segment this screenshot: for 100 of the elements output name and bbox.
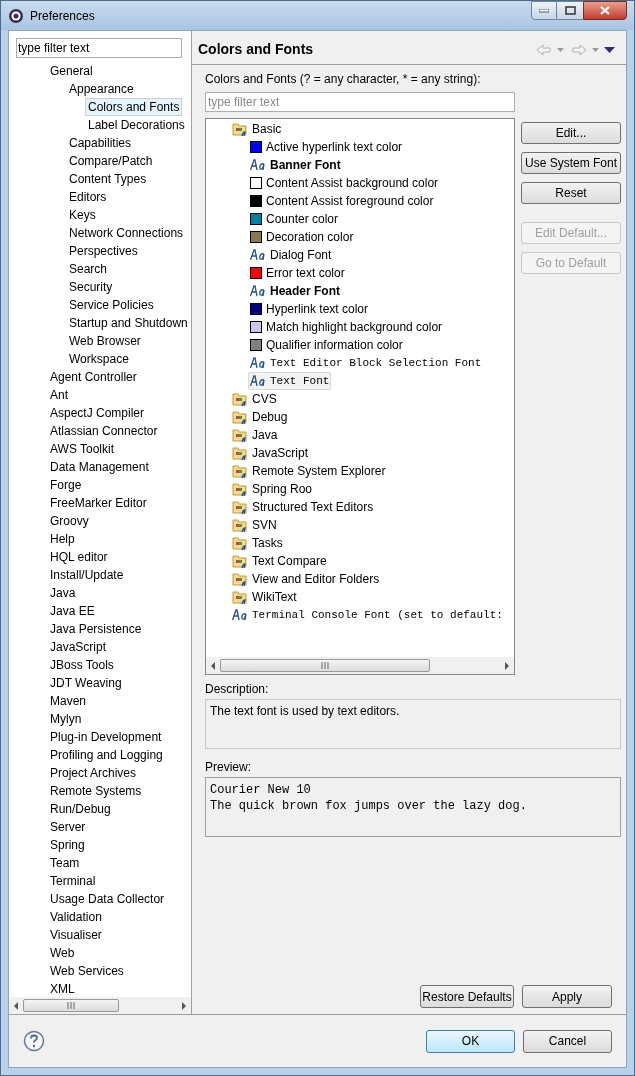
tree-item[interactable]: Profiling and Logging (47, 746, 166, 764)
tree-row[interactable]: Text Font (248, 372, 332, 390)
tree-item[interactable]: Content Types (66, 170, 150, 188)
tree-item[interactable]: Web Services (47, 962, 127, 980)
tree-item[interactable]: Mylyn (47, 710, 85, 728)
tree-item[interactable]: Visualiser (47, 926, 105, 944)
tree-row[interactable]: Header Font (248, 282, 342, 300)
scroll-thumb[interactable] (220, 659, 430, 672)
tree-row[interactable]: WikiText (230, 588, 299, 606)
scroll-thumb[interactable] (23, 999, 119, 1012)
right-arrow-icon[interactable] (179, 1000, 189, 1011)
tree-item[interactable]: Agent Controller (47, 368, 140, 386)
tree-item[interactable]: JavaScript (47, 638, 110, 656)
tree-item[interactable]: Perspectives (66, 242, 141, 260)
tree-row[interactable]: View and Editor Folders (230, 570, 382, 588)
tree-item[interactable]: Server (47, 818, 89, 836)
tree-item[interactable]: Install/Update (47, 566, 127, 584)
minimize-button[interactable] (531, 1, 557, 20)
tree-item[interactable]: Team (47, 854, 83, 872)
tree-scrollbar[interactable] (9, 997, 191, 1014)
tree-row[interactable]: Banner Font (248, 156, 343, 174)
tree-item[interactable]: Groovy (47, 512, 92, 530)
tree-item[interactable]: Validation (47, 908, 105, 926)
tree-item[interactable]: Colors and Fonts (85, 98, 183, 116)
tree-item[interactable]: Search (66, 260, 111, 278)
tree-row[interactable]: Spring Roo (230, 480, 315, 498)
tree-item[interactable]: Compare/Patch (66, 152, 156, 170)
tree-item[interactable]: Security (66, 278, 116, 296)
tree-row[interactable]: Active hyperlink text color (248, 138, 405, 156)
close-button[interactable] (583, 1, 627, 20)
side-button[interactable]: Edit... (521, 122, 621, 144)
tree-item[interactable]: Service Policies (66, 296, 157, 314)
tree-row[interactable]: Match highlight background color (248, 318, 445, 336)
tree-item[interactable]: Workspace (66, 350, 132, 368)
tree-row[interactable]: Basic (230, 120, 284, 138)
tree-row[interactable]: Counter color (248, 210, 341, 228)
right-arrow-icon[interactable] (502, 660, 512, 671)
dialog-button[interactable]: OK (426, 1029, 515, 1053)
tree-item[interactable]: AWS Toolkit (47, 440, 118, 458)
tree-item[interactable]: FreeMarker Editor (47, 494, 150, 512)
colors-filter-field[interactable]: type filter text (205, 92, 515, 112)
tree-row[interactable]: Debug (230, 408, 290, 426)
tree-item[interactable]: Spring (47, 836, 88, 854)
tree-item[interactable]: Data Management (47, 458, 152, 476)
tree-item[interactable]: Java Persistence (47, 620, 145, 638)
tree-row[interactable]: Qualifier information color (248, 336, 405, 354)
menu-icon[interactable] (604, 45, 616, 54)
tree-item[interactable]: Label Decorations (85, 116, 188, 134)
back-arrow-icon[interactable] (536, 43, 566, 56)
tree-item[interactable]: Keys (66, 206, 99, 224)
tree-row[interactable]: Text Compare (230, 552, 329, 570)
tree-item[interactable]: HQL editor (47, 548, 111, 566)
dialog-button[interactable]: Cancel (523, 1029, 612, 1053)
tree-item[interactable]: Usage Data Collector (47, 890, 168, 908)
tree-item[interactable]: XML (47, 980, 78, 997)
tree-row[interactable]: Content Assist background color (248, 174, 441, 192)
tree-item[interactable]: Java EE (47, 602, 98, 620)
tree-row[interactable]: CVS (230, 390, 279, 408)
tree-item[interactable]: Startup and Shutdown (66, 314, 191, 332)
list-scrollbar[interactable] (206, 657, 514, 674)
tree-row[interactable]: Content Assist foreground color (248, 192, 436, 210)
page-button[interactable]: Restore Defaults (420, 985, 514, 1008)
tree-item[interactable]: Web (47, 944, 78, 962)
tree-row[interactable]: Structured Text Editors (230, 498, 376, 516)
tree-item[interactable]: Appearance (66, 80, 137, 98)
tree-row[interactable]: Terminal Console Font (set to default: (230, 606, 505, 624)
tree-item[interactable]: Help (47, 530, 78, 548)
tree-item[interactable]: Plug-in Development (47, 728, 165, 746)
tree-item[interactable]: Terminal (47, 872, 99, 890)
tree-row[interactable]: Decoration color (248, 228, 356, 246)
tree-row[interactable]: JavaScript (230, 444, 311, 462)
tree-row[interactable]: Hyperlink text color (248, 300, 371, 318)
tree-item[interactable]: Network Connections (66, 224, 187, 242)
tree-item[interactable]: JDT Weaving (47, 674, 125, 692)
tree-item[interactable]: Editors (66, 188, 110, 206)
page-button[interactable]: Apply (522, 985, 612, 1008)
tree-item[interactable]: Remote Systems (47, 782, 145, 800)
tree-item[interactable]: Maven (47, 692, 90, 710)
tree-row[interactable]: Tasks (230, 534, 285, 552)
tree-item[interactable]: JBoss Tools (47, 656, 117, 674)
tree-item[interactable]: General (47, 62, 96, 80)
tree-item[interactable]: Atlassian Connector (47, 422, 161, 440)
tree-item[interactable]: Java (47, 584, 79, 602)
tree-row[interactable]: Dialog Font (248, 246, 334, 264)
tree-row[interactable]: Error text color (248, 264, 347, 282)
tree-item[interactable]: Project Archives (47, 764, 140, 782)
tree-item[interactable]: Forge (47, 476, 85, 494)
side-button[interactable]: Reset (521, 182, 621, 204)
tree-row[interactable]: Remote System Explorer (230, 462, 388, 480)
tree-row[interactable]: Java (230, 426, 280, 444)
tree-item[interactable]: Ant (47, 386, 71, 404)
side-button[interactable]: Use System Font (521, 152, 621, 174)
help-icon[interactable] (23, 1030, 45, 1052)
tree-row[interactable]: Text Editor Block Selection Font (248, 354, 484, 372)
tree-item[interactable]: Capabilities (66, 134, 135, 152)
tree-item[interactable]: AspectJ Compiler (47, 404, 148, 422)
tree-row[interactable]: SVN (230, 516, 279, 534)
tree-item[interactable]: Web Browser (66, 332, 144, 350)
filter-field[interactable]: type filter text (16, 38, 182, 58)
tree-item[interactable]: Run/Debug (47, 800, 114, 818)
